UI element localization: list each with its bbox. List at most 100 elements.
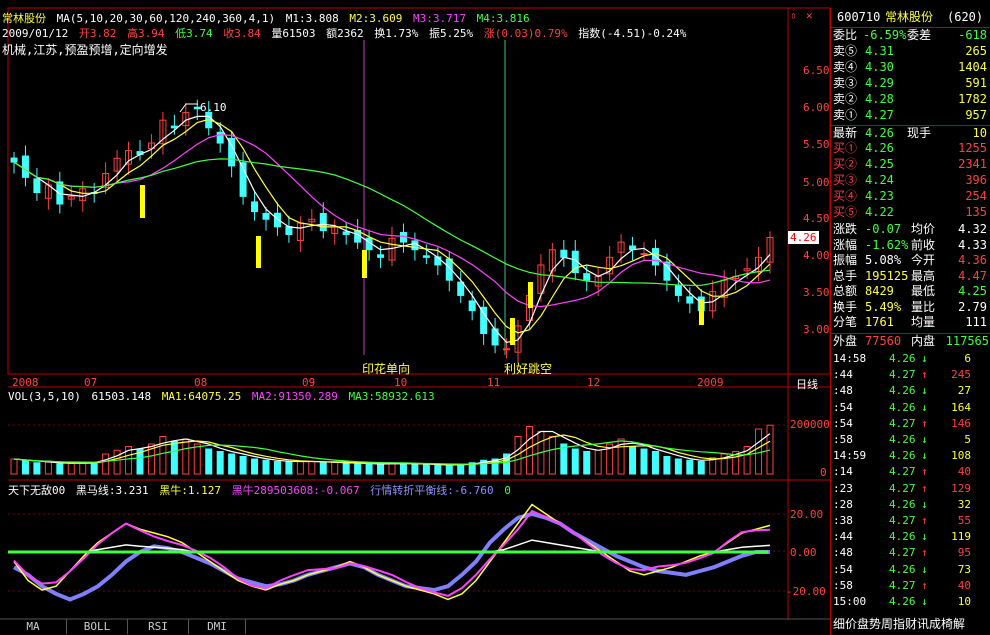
vol-value: 61503.148 bbox=[91, 390, 152, 403]
ind-black-bull: 黑牛:1.127 bbox=[159, 484, 221, 497]
volume-bar bbox=[273, 461, 281, 475]
tick-row: :14 4.27 ↑ 40 bbox=[831, 465, 990, 479]
quote-high: 高3.94 bbox=[126, 27, 165, 40]
volume-bar bbox=[755, 428, 763, 475]
tick-direction-icon: ↓ bbox=[921, 497, 928, 511]
waipan-value: 77560 bbox=[865, 334, 902, 348]
candle-body bbox=[10, 157, 18, 163]
date-axis-label: 07 bbox=[84, 376, 98, 389]
volume-bar bbox=[102, 453, 110, 475]
volume-bar bbox=[434, 464, 442, 475]
signal-marker bbox=[699, 299, 704, 325]
tick-volume: 164 bbox=[951, 400, 971, 414]
bid-volume: 254 bbox=[965, 189, 987, 203]
peak-label: 6.10 bbox=[200, 101, 227, 114]
chart-canvas bbox=[0, 7, 830, 620]
tick-price: 4.26 bbox=[889, 384, 916, 398]
ma-m4: M4:3.816 bbox=[476, 12, 530, 25]
current-price-tag: 4.26 bbox=[788, 231, 819, 244]
stat-value: 195125 bbox=[865, 268, 909, 283]
ma-params: MA(5,10,20,30,60,120,240,360,4,1) bbox=[56, 12, 276, 25]
volume-bar bbox=[308, 461, 316, 475]
candle-body bbox=[262, 212, 270, 220]
tick-price: 4.26 bbox=[889, 497, 916, 511]
volume-bar bbox=[594, 449, 602, 475]
tick-time: :44 bbox=[833, 530, 853, 544]
volume-bar bbox=[21, 460, 29, 475]
tick-volume: 10 bbox=[957, 595, 971, 608]
candle-body bbox=[686, 296, 694, 304]
panel-title: 600710 常林股份 (620) bbox=[831, 10, 990, 24]
candle-body bbox=[422, 255, 430, 258]
ask-label: 卖① bbox=[833, 108, 858, 122]
stat-value: 4.33 bbox=[958, 237, 987, 252]
bid-price: 4.23 bbox=[865, 189, 894, 203]
bid-price: 4.22 bbox=[865, 205, 894, 219]
bid-price: 4.24 bbox=[865, 173, 894, 187]
tick-row: :54 4.26 ↓ 164 bbox=[831, 401, 990, 415]
candle-body bbox=[674, 285, 682, 296]
candle-body bbox=[319, 213, 327, 232]
stat-label: 涨幅 bbox=[833, 237, 858, 252]
ind-black-horse: 黑马线:3.231 bbox=[75, 484, 149, 497]
quote-change: 涨(0.03)0.79% bbox=[483, 27, 568, 40]
tab-boll[interactable]: BOLL bbox=[67, 619, 128, 634]
footer-tabs[interactable]: 细价盘势周指财讯成椅解 bbox=[833, 617, 965, 631]
period-label[interactable]: 日线 bbox=[796, 376, 818, 392]
tick-direction-icon: ↑ bbox=[921, 578, 928, 592]
weibi-label: 委比 bbox=[833, 28, 858, 42]
ask-label: 卖③ bbox=[833, 76, 858, 90]
candle-body bbox=[560, 249, 568, 258]
volume-bar bbox=[354, 463, 362, 475]
tick-direction-icon: ↓ bbox=[921, 433, 928, 446]
weicha-label: 委差 bbox=[907, 28, 932, 42]
tick-direction-icon: ↓ bbox=[921, 400, 928, 414]
ask-label: 卖② bbox=[833, 92, 858, 106]
volume-bar bbox=[640, 448, 648, 475]
date-axis-label: 10 bbox=[394, 376, 408, 389]
ask-volume: 265 bbox=[965, 44, 987, 58]
tick-time: 14:59 bbox=[833, 449, 867, 463]
tick-price: 4.27 bbox=[889, 465, 916, 479]
candle-body bbox=[342, 231, 350, 235]
quote-amplitude: 振5.25% bbox=[428, 27, 474, 40]
tab-ma[interactable]: MA bbox=[0, 619, 67, 634]
tick-volume: 119 bbox=[951, 530, 971, 544]
tick-row: 14:58 4.26 ↓ 6 bbox=[831, 352, 990, 366]
tick-row: 14:59 4.26 ↓ 108 bbox=[831, 449, 990, 463]
volume-bar bbox=[170, 441, 178, 475]
volume-bar bbox=[113, 449, 121, 475]
volume-bar bbox=[571, 448, 579, 475]
candle-body bbox=[285, 226, 293, 235]
volume-bar bbox=[766, 424, 774, 475]
tab-rsi[interactable]: RSI bbox=[128, 619, 189, 634]
tick-volume: 146 bbox=[951, 416, 971, 430]
indicator-white bbox=[14, 539, 771, 553]
candle-body bbox=[21, 155, 29, 178]
ask-label: 卖④ bbox=[833, 60, 858, 74]
candle-body bbox=[583, 273, 591, 281]
bid-price: 4.26 bbox=[865, 141, 894, 155]
quote-index: 指数(-4.51)-0.24% bbox=[578, 27, 687, 40]
panel-footer[interactable]: 细价盘势周指财讯成椅解 bbox=[831, 617, 990, 631]
ind-axis-label: -20.00 bbox=[786, 585, 826, 598]
tick-volume: 5 bbox=[964, 433, 971, 446]
bid-price: 4.25 bbox=[865, 157, 894, 171]
tick-time: :54 bbox=[833, 400, 853, 414]
tick-price: 4.27 bbox=[889, 578, 916, 592]
close-icon[interactable]: ✕ bbox=[806, 9, 813, 22]
panel-code: 600710 bbox=[837, 10, 881, 24]
stat-value: 5.08% bbox=[865, 253, 902, 267]
tick-row: :44 4.27 ↑ 245 bbox=[831, 368, 990, 382]
tick-direction-icon: ↓ bbox=[921, 595, 928, 608]
volume-bar bbox=[399, 463, 407, 475]
tab-dmi[interactable]: DMI bbox=[189, 619, 246, 634]
stat-row: 涨跌 -0.07 均价 4.32 bbox=[831, 222, 990, 236]
stat-label: 量比 bbox=[911, 299, 936, 314]
float-icon[interactable]: ⇳ bbox=[790, 9, 797, 22]
tick-price: 4.27 bbox=[889, 514, 916, 527]
ask-volume: 1404 bbox=[958, 60, 987, 74]
stat-value: 5.49% bbox=[865, 299, 902, 314]
tick-direction-icon: ↑ bbox=[921, 546, 928, 560]
weibi-value: -6.59% bbox=[863, 28, 907, 42]
